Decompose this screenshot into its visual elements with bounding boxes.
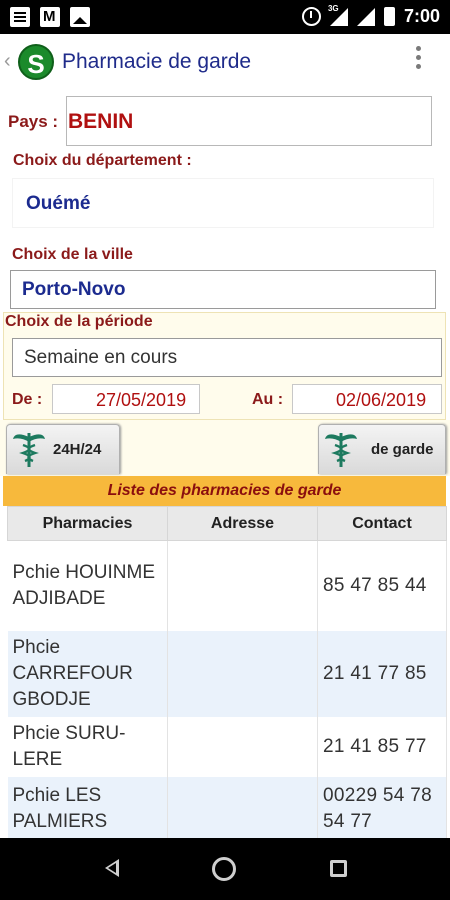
table-row[interactable]: Phcie CARREFOUR GBODJE 21 41 77 85 [7,630,447,717]
pharmacy-name: Phcie CARREFOUR GBODJE [7,630,168,717]
column-header-adresse: Adresse [167,506,318,541]
status-bar: 3G 7:00 [0,0,450,34]
caduceus-icon [325,433,357,467]
pharmacy-address [167,630,318,717]
caduceus-icon [13,433,45,467]
ville-label: Choix de la ville [12,246,133,263]
ville-value: Porto-Novo [22,279,126,300]
app-logo-icon[interactable]: S [18,44,54,80]
departement-label: Choix du département : [13,152,192,169]
column-header-contact: Contact [317,506,447,541]
pharmacy-name: Pchie LES PALMIERS [7,776,168,841]
pays-label: Pays : [8,112,59,131]
pharmacy-name: Pchie HOUINME ADJIBADE [7,540,168,631]
mobile-signal-icon: 3G [328,4,348,26]
periode-label: Choix de la période [5,313,153,330]
clock: 7:00 [403,6,440,26]
tab-24h-label: 24H/24 [53,441,102,458]
pharmacy-contact[interactable]: 21 41 85 77 [317,716,447,777]
tab-de-garde[interactable]: de garde [318,424,446,474]
overflow-menu-icon[interactable] [416,46,422,72]
column-header-pharmacies: Pharmacies [7,506,168,541]
date-start-value: 27/05/2019 [96,390,187,410]
app-bar: ‹ S Pharmacie de garde [0,34,450,90]
alarm-icon [301,7,321,26]
table-row[interactable]: Phcie SURU-LERE 21 41 85 77 [7,716,447,777]
tab-24h[interactable]: 24H/24 [6,424,120,474]
date-start-label: De : [12,391,43,408]
pharmacy-contact[interactable]: 00229 54 78 54 77 [317,776,447,841]
pharmacy-contact[interactable]: 85 47 85 44 [317,540,447,631]
date-end-value: 02/06/2019 [336,390,427,410]
pharmacy-address [167,716,318,777]
navigation-bar [0,838,450,900]
table-header-row: Pharmacies Adresse Contact [7,506,447,541]
pharmacy-table: Pharmacies Adresse Contact Pchie HOUINME… [7,506,447,841]
image-notification-icon [70,7,90,27]
back-chevron-icon[interactable]: ‹ [4,50,11,73]
pays-value: BENIN [68,110,134,133]
battery-icon [383,7,395,26]
nav-home-icon[interactable] [212,857,236,881]
table-row[interactable]: Pchie LES PALMIERS 00229 54 78 54 77 [7,776,447,841]
gmail-notification-icon [40,7,60,27]
pharmacy-address [167,540,318,631]
departement-value: Ouémé [26,193,91,214]
pharmacy-name: Phcie SURU-LERE [7,716,168,777]
tab-de-garde-label: de garde [371,441,434,458]
nav-back-icon[interactable] [105,859,119,877]
pharmacy-contact[interactable]: 21 41 77 85 [317,630,447,717]
list-header: Liste des pharmacies de garde [3,476,446,506]
message-notification-icon [10,7,30,27]
table-row[interactable]: Pchie HOUINME ADJIBADE 85 47 85 44 [7,540,447,631]
date-end-label: Au : [252,391,284,408]
nav-recents-icon[interactable] [330,860,347,877]
notification-icons [10,7,90,27]
network-type: 3G [327,3,339,13]
system-icons: 3G 7:00 [301,4,440,27]
page-title: Pharmacie de garde [62,50,252,73]
periode-value: Semaine en cours [24,347,178,368]
wifi-signal-icon [356,7,375,26]
pharmacy-address [167,776,318,841]
